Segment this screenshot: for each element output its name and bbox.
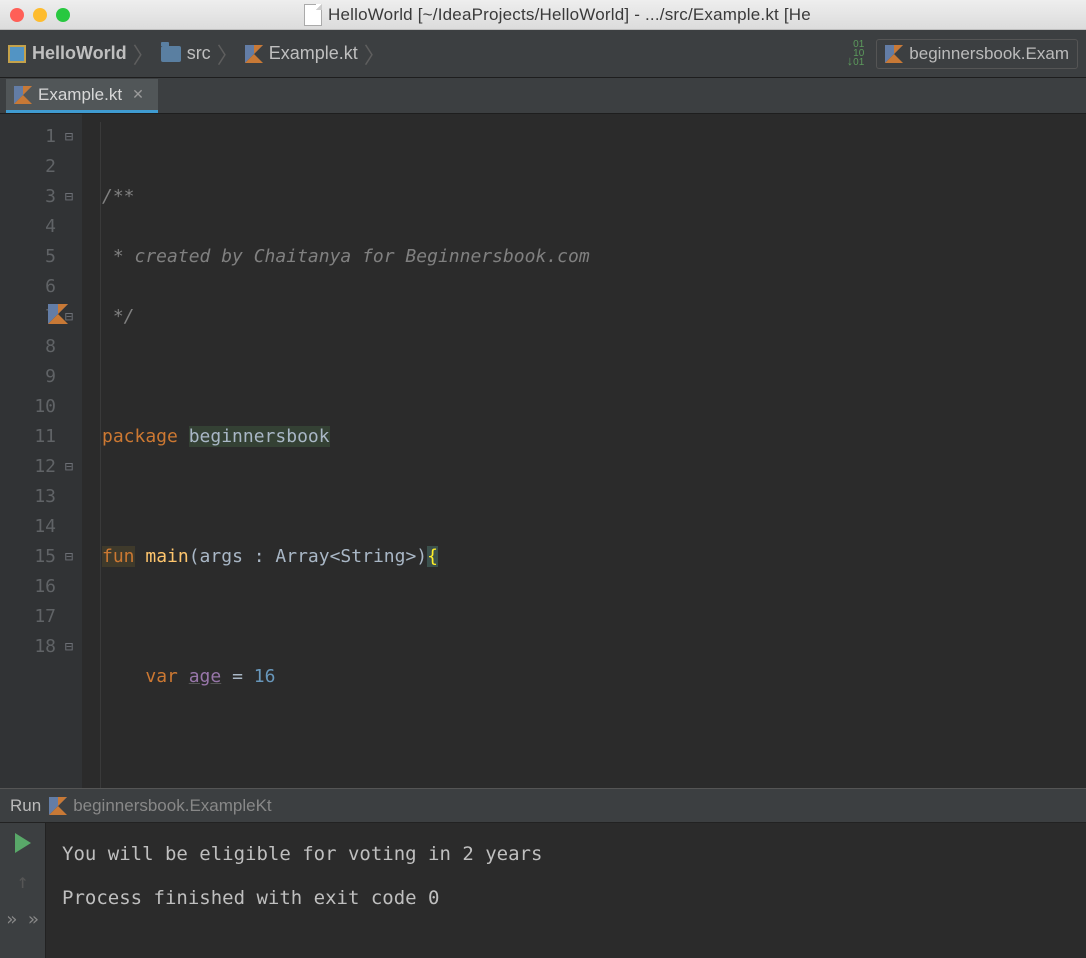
breadcrumb-folder[interactable]: src [187, 43, 211, 64]
close-window-button[interactable] [10, 8, 24, 22]
breadcrumb-separator: 〉 [211, 38, 245, 70]
fold-toggle[interactable] [62, 452, 76, 482]
console-output[interactable]: You will be eligible for voting in 2 yea… [46, 823, 1086, 958]
kotlin-file-icon [14, 86, 32, 104]
window-title: HelloWorld [~/IdeaProjects/HelloWorld] -… [328, 5, 811, 25]
tab-close-icon[interactable]: ✕ [132, 86, 144, 103]
run-panel-header[interactable]: Run beginnersbook.ExampleKt [0, 789, 1086, 823]
run-tool-window: Run beginnersbook.ExampleKt ↑ » » You wi… [0, 788, 1086, 958]
fold-toggle[interactable] [62, 542, 76, 572]
run-configuration-selector[interactable]: beginnersbook.Exam [876, 39, 1078, 69]
breadcrumb-file[interactable]: Example.kt [269, 43, 358, 64]
run-toolbar: ↑ » » [0, 823, 46, 958]
line-gutter: 123 456 789 101112 131415 161718 [0, 114, 82, 788]
code-area[interactable]: /** * created by Chaitanya for Beginners… [82, 114, 1086, 788]
navigation-bar: HelloWorld 〉 src 〉 Example.kt 〉 ↓011001 … [0, 30, 1086, 78]
output-line: You will be eligible for voting in 2 yea… [62, 837, 1070, 871]
editor-tabs: Example.kt ✕ [0, 78, 1086, 114]
fold-toggle[interactable] [62, 122, 76, 152]
output-line: Process finished with exit code 0 [62, 881, 1070, 915]
folder-icon [161, 46, 181, 62]
code-editor[interactable]: 123 456 789 101112 131415 161718 /** * c… [0, 114, 1086, 788]
fold-toggle[interactable] [62, 302, 76, 332]
scroll-up-button[interactable]: ↑ [16, 869, 28, 893]
run-header-target: beginnersbook.ExampleKt [73, 796, 271, 816]
run-header-label: Run [10, 796, 41, 816]
window-titlebar: HelloWorld [~/IdeaProjects/HelloWorld] -… [0, 0, 1086, 30]
breadcrumb-project[interactable]: HelloWorld [32, 43, 127, 64]
fold-toggle[interactable] [62, 632, 76, 662]
fold-toggle[interactable] [62, 182, 76, 212]
minimize-window-button[interactable] [33, 8, 47, 22]
kotlin-file-icon [245, 45, 263, 63]
tab-label: Example.kt [38, 85, 122, 105]
run-config-label: beginnersbook.Exam [909, 44, 1069, 64]
tab-example-kt[interactable]: Example.kt ✕ [6, 79, 158, 113]
breadcrumb-separator: 〉 [358, 38, 392, 70]
build-icon[interactable]: ↓011001 [847, 40, 865, 67]
window-controls [10, 8, 70, 22]
kotlin-icon [49, 797, 67, 815]
project-icon [8, 45, 26, 63]
breadcrumb: HelloWorld 〉 src 〉 Example.kt 〉 [8, 38, 392, 70]
breadcrumb-separator: 〉 [127, 38, 161, 70]
zoom-window-button[interactable] [56, 8, 70, 22]
file-icon [304, 4, 322, 26]
rerun-button[interactable] [15, 833, 31, 853]
expand-button[interactable]: » » [6, 909, 39, 930]
kotlin-icon [885, 45, 903, 63]
